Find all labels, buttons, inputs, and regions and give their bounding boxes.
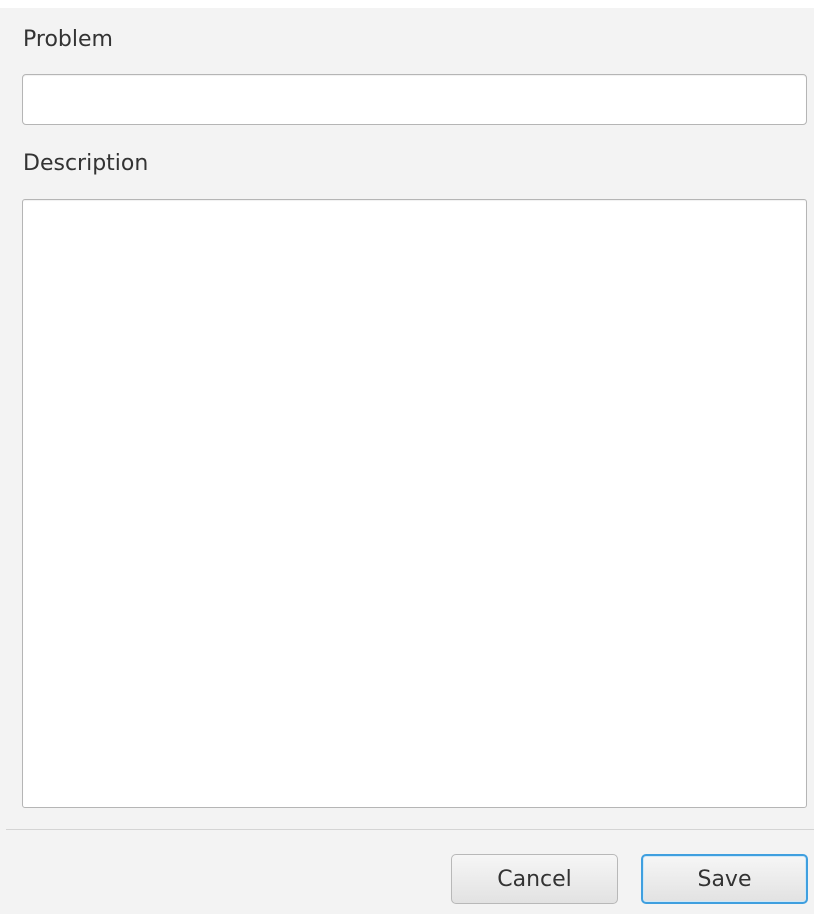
issue-dialog: Problem Description Cancel Save bbox=[0, 8, 814, 914]
problem-label: Problem bbox=[23, 27, 113, 52]
problem-input[interactable] bbox=[22, 74, 807, 125]
button-bar-separator bbox=[6, 829, 814, 830]
description-label: Description bbox=[23, 151, 149, 176]
cancel-button-label: Cancel bbox=[497, 866, 572, 892]
save-button-label: Save bbox=[697, 866, 752, 892]
save-button[interactable]: Save bbox=[641, 854, 808, 904]
description-textarea[interactable] bbox=[22, 199, 807, 808]
cancel-button[interactable]: Cancel bbox=[451, 854, 618, 904]
